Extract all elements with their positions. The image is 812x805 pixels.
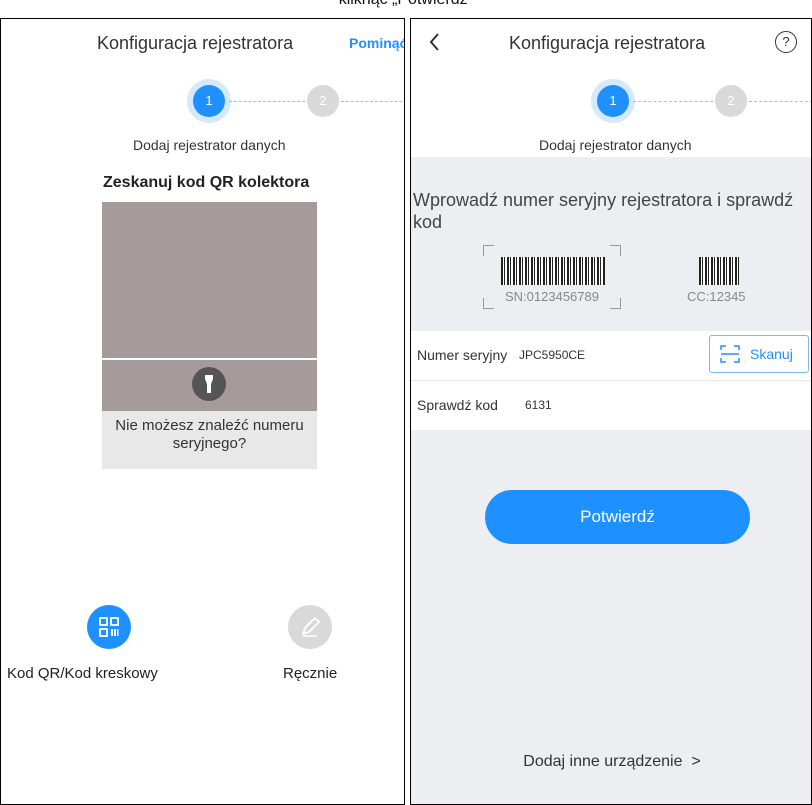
sn-sample-label: SN:0123456789 — [505, 289, 599, 304]
serial-instruction: Wprowadź numer seryjny rejestratora i sp… — [413, 190, 794, 232]
right-screen: Konfiguracja rejestratora ? 1 2 Dodaj re… — [410, 18, 812, 805]
manual-option-button[interactable] — [288, 605, 332, 649]
chevron-left-icon — [429, 33, 439, 51]
check-code-row: Sprawdź kod 6131 — [411, 381, 811, 430]
add-other-device-link[interactable]: Dodaj inne urządzenie > — [411, 753, 811, 771]
step-label: Dodaj rejestrator danych — [539, 137, 692, 153]
back-button[interactable] — [427, 31, 443, 58]
check-code-input[interactable]: 6131 — [525, 398, 552, 412]
camera-viewfinder — [102, 202, 317, 411]
step-1-indicator: 1 — [193, 85, 225, 117]
serial-number-row: Numer seryjny JPC5950CE Skanuj — [411, 331, 811, 381]
serial-number-label: Numer seryjny — [417, 347, 508, 363]
check-code-label: Sprawdź kod — [417, 397, 498, 413]
step-2-indicator: 2 — [715, 85, 747, 117]
qr-option-button[interactable] — [87, 605, 131, 649]
instruction-caption: kliknąć „Potwierdź" — [0, 0, 812, 9]
left-screen: Konfiguracja rejestratora Pominąć 1 2 Do… — [0, 18, 406, 805]
confirm-button[interactable]: Potwierdź — [485, 490, 750, 544]
help-icon[interactable]: ? — [775, 31, 797, 53]
step-label: Dodaj rejestrator danych — [133, 137, 286, 153]
scan-line — [102, 358, 317, 360]
cc-sample-label: CC:12345 — [687, 289, 746, 304]
scan-button-label: Skanuj — [750, 346, 793, 362]
step-2-indicator: 2 — [307, 85, 339, 117]
cc-barcode-image — [699, 257, 739, 285]
step-connector — [749, 101, 811, 102]
page-title: Konfiguracja rejestratora — [97, 33, 294, 53]
manual-option-label[interactable]: Ręcznie — [283, 665, 337, 682]
step-connector — [633, 101, 713, 102]
step-connector — [341, 101, 405, 102]
qr-option-label[interactable]: Kod QR/Kod kreskowy — [7, 665, 158, 682]
flashlight-icon — [205, 375, 213, 393]
page-title: Konfiguracja rejestratora — [509, 33, 706, 53]
scan-icon — [720, 345, 740, 363]
flashlight-button[interactable] — [192, 367, 226, 401]
serial-number-input[interactable]: JPC5950CE — [519, 348, 585, 362]
step-connector — [229, 101, 305, 102]
cant-find-serial-link[interactable]: Nie możesz znaleźć numeru seryjnego? — [102, 411, 317, 469]
pencil-icon — [301, 616, 321, 637]
skip-link[interactable]: Pominąć — [349, 35, 405, 51]
scan-button[interactable]: Skanuj — [709, 335, 809, 373]
sn-barcode-image — [501, 257, 605, 285]
step-1-indicator: 1 — [597, 85, 629, 117]
scan-heading: Zeskanuj kod QR kolektora — [103, 174, 310, 191]
qr-code-icon — [99, 617, 119, 637]
sn-sample-frame: SN:0123456789 — [483, 245, 621, 309]
